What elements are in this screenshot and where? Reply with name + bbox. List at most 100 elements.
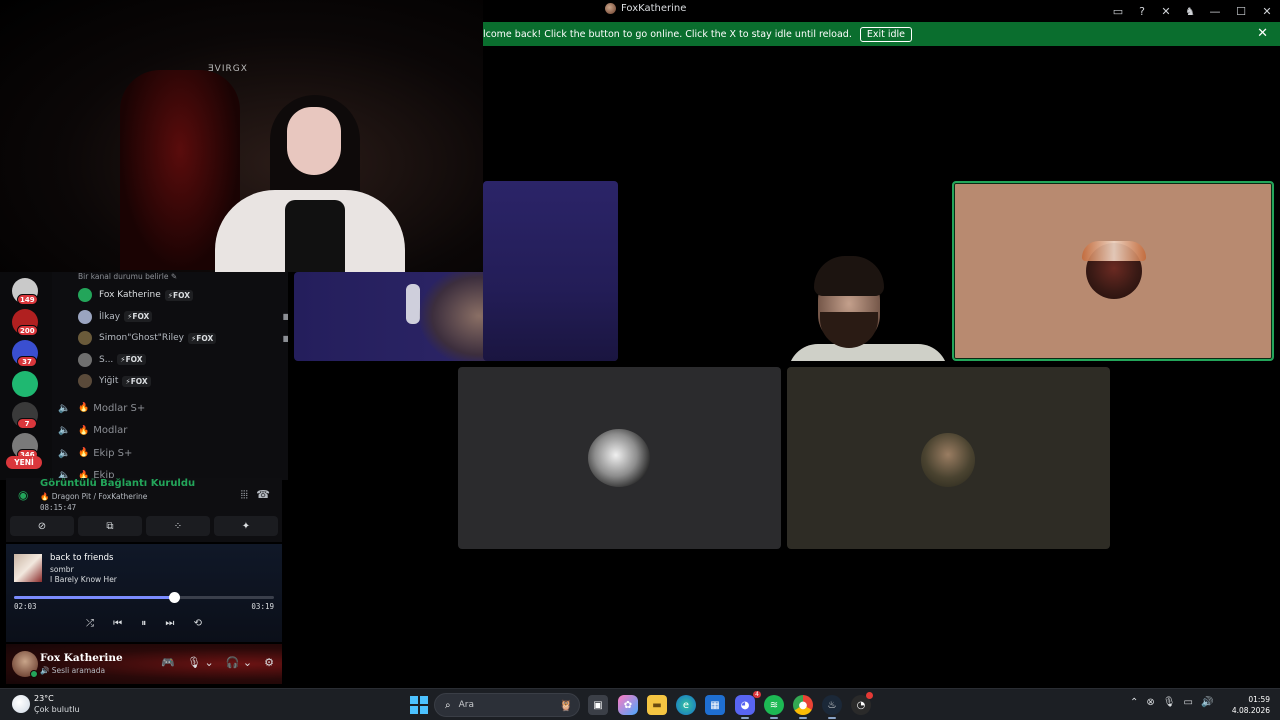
member-clan-tag: ⚡FOX: [188, 332, 217, 344]
voice-elapsed-time: 08:15:47: [40, 503, 77, 512]
voice-channel-name: Modlar: [93, 425, 128, 436]
spotify-icon[interactable]: ≋: [764, 695, 784, 719]
server-list: 149 200 37 7 346: [0, 272, 52, 480]
song-artist[interactable]: sombr: [50, 565, 74, 574]
display-icon[interactable]: ▭: [1183, 697, 1192, 708]
video-tile-soldier-avatar[interactable]: [787, 367, 1110, 549]
voice-status-title: Görüntülü Bağlantı Kuruldu: [40, 478, 196, 489]
idle-notice-message: lcome back! Click the button to go onlin…: [483, 28, 852, 40]
previous-track-icon[interactable]: ⏮: [113, 618, 122, 629]
signal-icon[interactable]: ◉: [18, 488, 28, 502]
online-status-dot: [30, 670, 38, 678]
help-icon[interactable]: ?: [1130, 0, 1154, 22]
window-title-text: FoxKatherine: [621, 3, 687, 14]
copilot-icon[interactable]: ✿: [618, 695, 638, 715]
cloudy-weather-icon[interactable]: [12, 695, 30, 713]
user-panel: Fox Katherine 🔊 Sesli aramada 🎮 🎙 ⌄ 🎧 ⌄ …: [6, 644, 282, 684]
new-badge: YENİ: [6, 456, 42, 469]
voice-channel-path[interactable]: 🔥 Dragon Pit / FoxKatherine: [40, 492, 147, 501]
extension-icon[interactable]: ♞: [1178, 0, 1202, 22]
playback-progress-bar[interactable]: [14, 592, 274, 603]
member-clan-tag: ⚡FOX: [122, 375, 151, 387]
shuffle-icon[interactable]: ⤮: [86, 618, 94, 629]
voice-channel[interactable]: 🔈 🔥 Ekip S+: [58, 443, 278, 463]
server-icon[interactable]: [12, 371, 38, 397]
task-view-icon[interactable]: ▣: [588, 695, 608, 715]
file-explorer-icon[interactable]: ▬: [647, 695, 667, 715]
video-tile-metallic-avatar[interactable]: [458, 367, 781, 549]
member-name: Yiğit: [99, 376, 119, 386]
member-avatar: [78, 309, 92, 324]
repeat-icon[interactable]: ⟲: [194, 618, 202, 629]
album-cover[interactable]: [14, 554, 42, 582]
camera-off-button[interactable]: ⊘: [10, 516, 74, 536]
voice-member[interactable]: Yiğit ⚡FOX: [78, 372, 278, 390]
pause-icon[interactable]: ⏸: [141, 618, 146, 629]
fire-icon: 🔥: [78, 425, 90, 436]
user-display-name[interactable]: Fox Katherine: [40, 652, 123, 664]
idle-notice-bar: lcome back! Click the button to go onlin…: [483, 22, 1280, 46]
close-window-button[interactable]: ✕: [1254, 0, 1280, 22]
channel-status-prompt[interactable]: Bir kanal durumu belirle ✎: [78, 272, 177, 281]
exit-idle-button[interactable]: Exit idle: [859, 26, 913, 42]
video-tile-fox-katherine-speaking[interactable]: [952, 181, 1274, 361]
volume-icon[interactable]: 🔊: [1201, 697, 1213, 708]
voice-channel-name: Ekip S+: [93, 447, 133, 459]
discord-taskbar-icon[interactable]: ◕ 4: [735, 691, 761, 719]
video-camera-icon: ■: [282, 333, 288, 343]
soundboard-button[interactable]: ✦: [214, 516, 278, 536]
chrome-icon[interactable]: ●: [793, 695, 813, 719]
window-title-bar: FoxKatherine ▭ ? ✕ ♞ — ☐ ✕: [483, 0, 1280, 22]
playback-duration: 03:19: [251, 602, 274, 611]
playback-progress-knob[interactable]: [169, 592, 181, 603]
voice-channel[interactable]: 🔈 🔥 Modlar S+: [58, 398, 278, 418]
windows-taskbar: 23°C Çok bulutlu ⌕ Ara 🦉 ▣ ✿ ▬ e ▦ ◕ 4 ≋ …: [0, 688, 1280, 720]
server-mention-badge: 200: [17, 325, 38, 336]
recording-dot: [866, 692, 873, 699]
playback-controls: ⤮ ⏮ ⏸ ⏭ ⟲: [86, 618, 202, 629]
show-hidden-icons-chevron-icon[interactable]: ⌃: [1130, 697, 1138, 708]
windows-start-icon[interactable]: [410, 696, 428, 714]
weather-condition[interactable]: Çok bulutlu: [34, 705, 80, 714]
voice-member[interactable]: İlkay ⚡FOX ■: [78, 308, 288, 326]
fire-icon: 🔥: [78, 448, 90, 458]
screen-share-button[interactable]: ⧉: [78, 516, 142, 536]
song-album[interactable]: I Barely Know Her: [50, 575, 117, 584]
weather-temperature[interactable]: 23°C: [34, 694, 54, 703]
dismiss-notice-icon[interactable]: ✕: [1257, 26, 1268, 41]
member-name: Fox Katherine: [99, 290, 161, 300]
next-track-icon[interactable]: ⏭: [165, 618, 174, 629]
obs-icon[interactable]: ◔: [851, 692, 873, 715]
voice-member[interactable]: Fox Katherine ⚡FOX: [78, 286, 278, 304]
taskbar-search-box[interactable]: ⌕ Ara 🦉: [434, 693, 580, 717]
settings-gear-icon[interactable]: ⚙: [264, 656, 274, 669]
fox-ears-avatar-frame: [1082, 241, 1146, 261]
minimize-button[interactable]: —: [1202, 0, 1228, 22]
streamer-figure: [215, 95, 405, 272]
maximize-button[interactable]: ☐: [1228, 0, 1254, 22]
video-tile-bearded-user[interactable]: [618, 181, 952, 361]
voice-channel[interactable]: 🔈 🔥 Modlar: [58, 421, 278, 441]
video-tile-purple-room[interactable]: [483, 181, 618, 361]
disconnect-call-icon[interactable]: ☎: [256, 488, 270, 501]
noise-suppression-icon[interactable]: ⦙⦙⦙: [241, 488, 248, 502]
network-status-icon[interactable]: ⊗: [1146, 697, 1154, 708]
member-avatar: [78, 331, 92, 345]
activities-button[interactable]: ⁘: [146, 516, 210, 536]
window-title: FoxKatherine: [605, 3, 686, 14]
taskbar-clock[interactable]: 01:59 4.08.2026: [1232, 694, 1270, 716]
store-icon[interactable]: ▦: [705, 695, 725, 715]
voice-member[interactable]: S... ⚡FOX: [78, 351, 278, 369]
member-avatar: [78, 288, 92, 302]
gamepad-icon[interactable]: 🎮: [161, 656, 175, 669]
edge-browser-icon[interactable]: e: [676, 695, 696, 715]
steam-icon[interactable]: ♨: [822, 695, 842, 719]
microphone-tray-icon[interactable]: 🎙: [1163, 697, 1176, 708]
headphones-icon[interactable]: 🎧 ⌄: [226, 656, 252, 669]
inbox-icon[interactable]: ▭: [1106, 0, 1130, 22]
microphone-icon[interactable]: 🎙 ⌄: [187, 656, 214, 669]
song-title[interactable]: back to friends: [50, 553, 113, 563]
voice-action-bar: ⊘ ⧉ ⁘ ✦: [10, 516, 278, 536]
tools-icon[interactable]: ✕: [1154, 0, 1178, 22]
voice-member[interactable]: Simon"Ghost"Riley ⚡FOX ■: [78, 329, 288, 347]
